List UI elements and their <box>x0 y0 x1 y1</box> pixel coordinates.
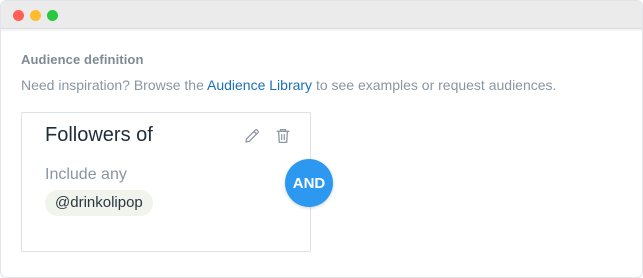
section-title: Audience definition <box>21 52 144 67</box>
app-window: Audience definition Need inspiration? Br… <box>0 0 643 278</box>
close-window-button[interactable] <box>13 10 24 21</box>
trash-icon <box>276 128 290 144</box>
audience-library-link[interactable]: Audience Library <box>207 77 312 93</box>
helper-text-before: Need inspiration? Browse the <box>21 77 207 93</box>
audience-definition-panel: Audience definition Need inspiration? Br… <box>1 29 642 277</box>
rule-title: Followers of <box>45 124 153 146</box>
pencil-icon <box>245 129 259 143</box>
minimize-window-button[interactable] <box>30 10 41 21</box>
include-any-label: Include any <box>45 166 127 183</box>
account-chip[interactable]: @drinkolipop <box>45 190 153 216</box>
helper-text: Need inspiration? Browse the Audience Li… <box>21 77 556 93</box>
audience-rule-card: Followers of Include any @drinkolipop <box>21 112 311 252</box>
zoom-window-button[interactable] <box>47 10 58 21</box>
edit-rule-button[interactable] <box>241 125 263 147</box>
and-operator-button[interactable]: AND <box>285 159 333 207</box>
title-bar <box>1 1 642 29</box>
delete-rule-button[interactable] <box>272 125 294 147</box>
helper-text-after: to see examples or request audiences. <box>312 77 557 93</box>
